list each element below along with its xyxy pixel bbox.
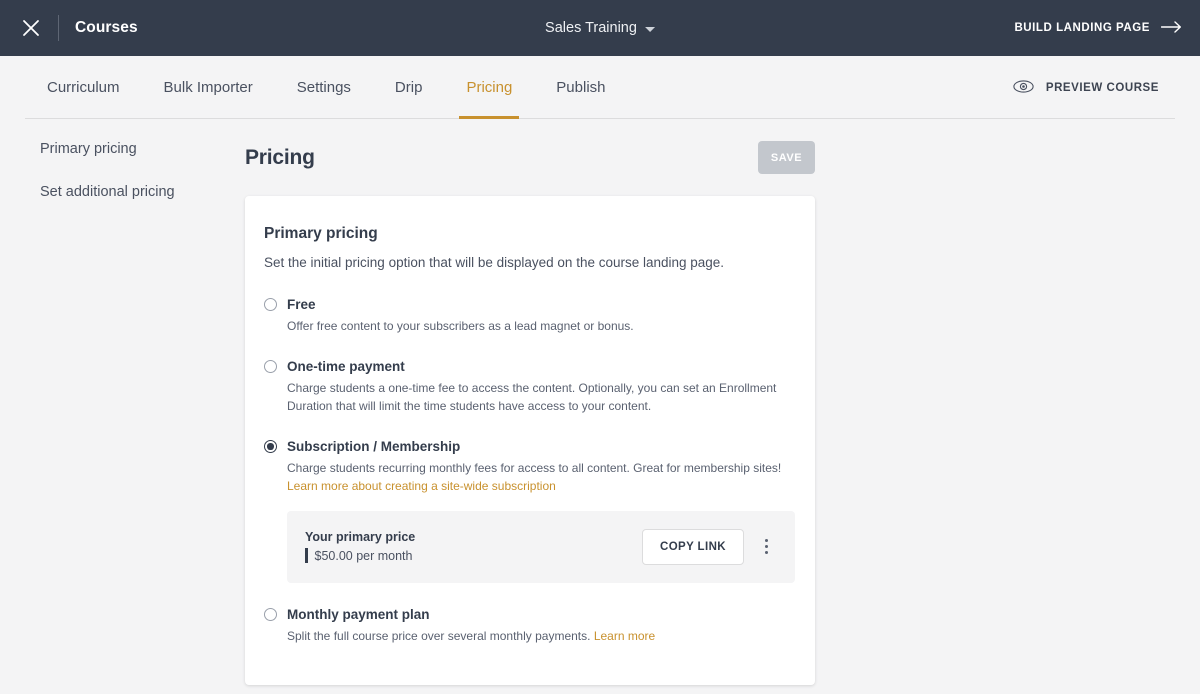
pricing-option-subscription-membership: Subscription / Membership Charge student… [264,439,795,583]
top-bar: Courses Sales Training BUILD LANDING PAG… [0,0,1200,56]
kebab-dot [764,539,768,543]
pricing-option-label: One-time payment [287,359,405,375]
tab-publish[interactable]: Publish [534,56,627,119]
sidebar: Primary pricing Set additional pricing [0,141,245,694]
learn-more-link[interactable]: Learn more [594,629,655,643]
close-button[interactable] [14,11,48,45]
pricing-option-one-time-payment: One-time payment Charge students a one-t… [264,359,795,415]
tab-settings[interactable]: Settings [275,56,373,119]
pricing-option-description-text: Charge students recurring monthly fees f… [287,461,782,476]
tab-list: Curriculum Bulk Importer Settings Drip P… [25,56,628,119]
tab-label: Bulk Importer [163,79,253,96]
tab-pricing[interactable]: Pricing [444,56,534,119]
site-wide-subscription-link[interactable]: Learn more about creating a site-wide su… [287,478,787,495]
pricing-option-free-row[interactable]: Free [264,297,795,312]
pricing-option-description: Offer free content to your subscribers a… [287,319,634,333]
pricing-option-free: Free Offer free content to your subscrib… [264,297,795,335]
pricing-option-description: Split the full course price over several… [287,628,787,645]
primary-price-info: Your primary price $50.00 per month [305,530,416,564]
tab-label: Settings [296,79,351,96]
preview-course-button[interactable]: PREVIEW COURSE [1013,56,1176,119]
sidebar-item-set-additional-pricing[interactable]: Set additional pricing [40,184,245,201]
top-bar-divider [58,15,59,41]
sidebar-item-label: Set additional pricing [40,184,175,201]
pricing-option-monthly-payment-plan: Monthly payment plan Split the full cour… [264,607,795,645]
kebab-dot [764,551,768,555]
radio-subscription-membership[interactable] [264,440,277,454]
card-title: Primary pricing [264,225,378,242]
page-title: Pricing [245,145,315,169]
pricing-option-monthly-payment-plan-row[interactable]: Monthly payment plan [264,607,795,622]
card-subtitle: Set the initial pricing option that will… [264,255,725,270]
save-button[interactable]: SAVE [758,141,815,174]
primary-price-panel: Your primary price $50.00 per month COPY… [287,510,795,583]
kebab-dot [764,545,768,549]
tab-label: Curriculum [47,79,120,96]
radio-one-time-payment[interactable] [264,360,277,374]
copy-link-button[interactable]: COPY LINK [641,528,744,565]
app-title: Courses [75,19,138,36]
tab-label: Pricing [466,79,513,96]
tab-curriculum[interactable]: Curriculum [25,56,142,119]
radio-free[interactable] [264,298,277,311]
tab-label: Drip [394,79,423,96]
tab-label: Publish [556,79,606,96]
pricing-option-description: Charge students a one-time fee to access… [287,381,777,413]
sidebar-item-primary-pricing[interactable]: Primary pricing [40,141,245,158]
pricing-option-description: Charge students recurring monthly fees f… [287,460,787,495]
primary-price-value: $50.00 per month [314,548,413,563]
radio-monthly-payment-plan[interactable] [264,607,277,621]
page-body: Primary pricing Set additional pricing P… [0,119,1200,694]
build-landing-page-button[interactable]: BUILD LANDING PAGE [1014,20,1182,36]
tab-bar: Curriculum Bulk Importer Settings Drip P… [0,56,1200,119]
kebab-menu-icon[interactable] [753,532,779,562]
primary-price-value-row: $50.00 per month [305,548,415,564]
pricing-option-description-text: Split the full course price over several… [287,628,591,643]
preview-course-label: PREVIEW COURSE [1045,81,1159,94]
pricing-option-one-time-payment-row[interactable]: One-time payment [264,359,795,374]
pricing-option-subscription-membership-row[interactable]: Subscription / Membership [264,439,795,454]
content-area: Pricing SAVE Primary pricing Set the ini… [245,141,1200,694]
arrow-right-icon [1160,20,1182,36]
tab-bulk-importer[interactable]: Bulk Importer [142,56,275,119]
primary-price-name: Your primary price [305,530,416,545]
primary-pricing-card: Primary pricing Set the initial pricing … [245,196,815,685]
build-landing-page-label: BUILD LANDING PAGE [1014,22,1150,34]
pricing-option-label: Subscription / Membership [287,439,461,455]
close-icon [22,19,40,37]
eye-icon [1013,79,1034,96]
price-accent-bar [305,548,308,564]
course-selector[interactable]: Sales Training [545,20,655,36]
pricing-option-label: Free [287,297,316,312]
pricing-option-label: Monthly payment plan [287,606,430,622]
tab-drip[interactable]: Drip [373,56,445,119]
chevron-down-icon [644,26,655,32]
sidebar-item-label: Primary pricing [40,141,137,157]
content-header: Pricing SAVE [245,141,815,174]
course-name: Sales Training [545,20,637,36]
